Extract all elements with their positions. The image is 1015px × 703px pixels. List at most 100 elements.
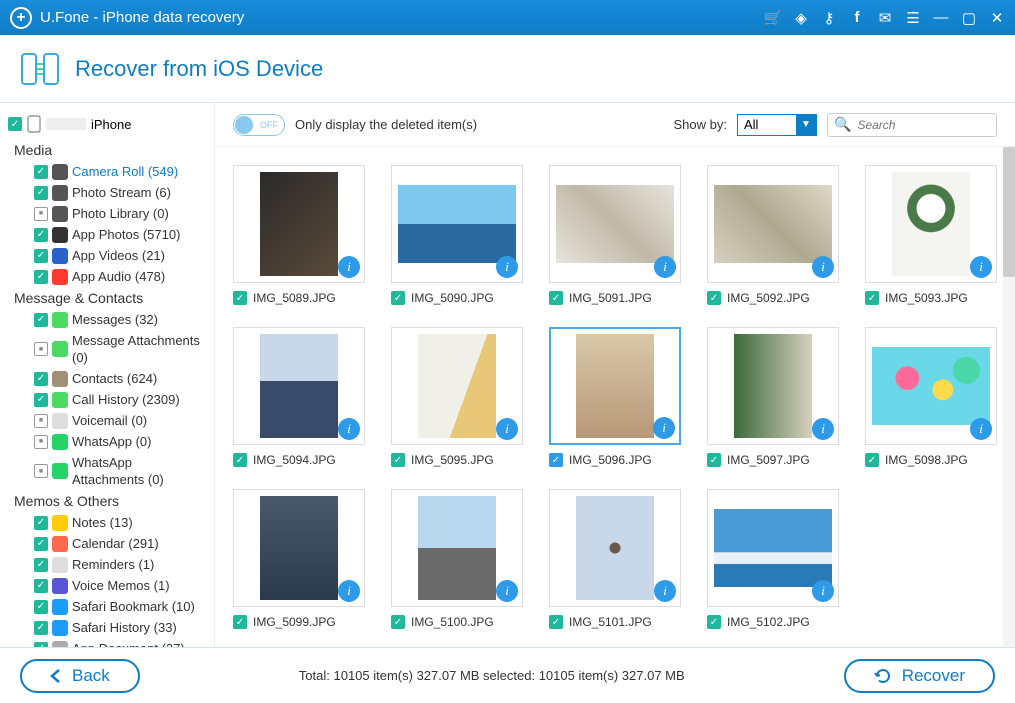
item-checkbox[interactable] — [34, 558, 48, 572]
thumbnail-item[interactable]: iIMG_5089.JPG — [233, 165, 365, 305]
thumbnail-image-box[interactable]: i — [865, 165, 997, 283]
thumbnail-item[interactable]: iIMG_5100.JPG — [391, 489, 523, 629]
thumbnail-image-box[interactable]: i — [233, 327, 365, 445]
recover-button[interactable]: Recover — [844, 659, 995, 693]
item-checkbox[interactable] — [34, 516, 48, 530]
thumbnail-checkbox[interactable] — [549, 291, 563, 305]
device-row[interactable]: iPhone — [8, 113, 206, 139]
thumbnail-checkbox[interactable] — [391, 453, 405, 467]
sidebar-item[interactable]: App Photos (5710) — [8, 224, 206, 245]
item-checkbox[interactable] — [34, 313, 48, 327]
thumbnail-image-box[interactable]: i — [549, 489, 681, 607]
info-icon[interactable]: i — [812, 418, 834, 440]
thumbnail-item[interactable]: iIMG_5096.JPG — [549, 327, 681, 467]
thumbnail-image-box[interactable]: i — [391, 489, 523, 607]
thumbnail-checkbox[interactable] — [233, 291, 247, 305]
thumbnail-checkbox[interactable] — [233, 615, 247, 629]
info-icon[interactable]: i — [338, 418, 360, 440]
sidebar-item[interactable]: Notes (13) — [8, 512, 206, 533]
thumbnail-checkbox[interactable] — [549, 453, 563, 467]
info-icon[interactable]: i — [496, 256, 518, 278]
back-button[interactable]: Back — [20, 659, 140, 693]
sidebar-item[interactable]: App Document (27) — [8, 638, 206, 647]
sidebar-item[interactable]: Voicemail (0) — [8, 410, 206, 431]
thumbnail-item[interactable]: iIMG_5098.JPG — [865, 327, 997, 467]
sidebar-item[interactable]: Photo Stream (6) — [8, 182, 206, 203]
thumbnail-checkbox[interactable] — [391, 291, 405, 305]
sidebar-item[interactable]: App Videos (21) — [8, 245, 206, 266]
sidebar-item[interactable]: Photo Library (0) — [8, 203, 206, 224]
cart-icon[interactable]: 🛒 — [765, 10, 781, 26]
info-icon[interactable]: i — [970, 418, 992, 440]
item-checkbox[interactable] — [34, 414, 48, 428]
info-icon[interactable]: i — [812, 256, 834, 278]
showby-select[interactable]: All ▼ — [737, 114, 817, 136]
feedback-icon[interactable]: ✉ — [877, 10, 893, 26]
item-checkbox[interactable] — [34, 186, 48, 200]
item-checkbox[interactable] — [34, 642, 48, 648]
item-checkbox[interactable] — [34, 600, 48, 614]
thumbnail-image-box[interactable]: i — [707, 327, 839, 445]
item-checkbox[interactable] — [34, 537, 48, 551]
item-checkbox[interactable] — [34, 464, 48, 478]
thumbnail-image-box[interactable]: i — [707, 489, 839, 607]
item-checkbox[interactable] — [34, 435, 48, 449]
facebook-icon[interactable]: f — [849, 10, 865, 26]
search-input[interactable] — [857, 118, 990, 132]
thumbnail-checkbox[interactable] — [865, 453, 879, 467]
thumbnail-image-box[interactable]: i — [391, 165, 523, 283]
item-checkbox[interactable] — [34, 393, 48, 407]
sidebar-item[interactable]: Calendar (291) — [8, 533, 206, 554]
sidebar-item[interactable]: Messages (32) — [8, 309, 206, 330]
info-icon[interactable]: i — [653, 417, 675, 439]
item-checkbox[interactable] — [34, 165, 48, 179]
thumbnail-image-box[interactable]: i — [391, 327, 523, 445]
thumbnail-item[interactable]: iIMG_5093.JPG — [865, 165, 997, 305]
device-checkbox[interactable] — [8, 117, 22, 131]
item-checkbox[interactable] — [34, 249, 48, 263]
sidebar-item[interactable]: Voice Memos (1) — [8, 575, 206, 596]
thumbnail-item[interactable]: iIMG_5102.JPG — [707, 489, 839, 629]
thumbnail-image-box[interactable]: i — [233, 165, 365, 283]
thumbnail-checkbox[interactable] — [707, 291, 721, 305]
info-icon[interactable]: i — [338, 580, 360, 602]
info-icon[interactable]: i — [654, 256, 676, 278]
item-checkbox[interactable] — [34, 621, 48, 635]
info-icon[interactable]: i — [812, 580, 834, 602]
info-icon[interactable]: i — [496, 418, 518, 440]
sidebar-item[interactable]: Camera Roll (549) — [8, 161, 206, 182]
thumbnail-item[interactable]: iIMG_5097.JPG — [707, 327, 839, 467]
close-icon[interactable]: ✕ — [989, 10, 1005, 26]
item-checkbox[interactable] — [34, 228, 48, 242]
maximize-icon[interactable]: ▢ — [961, 10, 977, 26]
sidebar-item[interactable]: Contacts (624) — [8, 368, 206, 389]
thumbnail-checkbox[interactable] — [391, 615, 405, 629]
thumbnail-image-box[interactable]: i — [233, 489, 365, 607]
scrollbar[interactable] — [1003, 147, 1015, 647]
key-icon[interactable]: ⚷ — [821, 10, 837, 26]
menu-icon[interactable]: ☰ — [905, 10, 921, 26]
gem-icon[interactable]: ◈ — [793, 10, 809, 26]
sidebar-item[interactable]: Message Attachments (0) — [8, 330, 206, 368]
deleted-only-toggle[interactable]: OFF — [233, 114, 285, 136]
thumbnail-image-box[interactable]: i — [865, 327, 997, 445]
thumbnail-checkbox[interactable] — [549, 615, 563, 629]
thumbnail-item[interactable]: iIMG_5091.JPG — [549, 165, 681, 305]
minimize-icon[interactable]: — — [933, 10, 949, 26]
thumbnail-image-box[interactable]: i — [707, 165, 839, 283]
thumbnail-image-box[interactable]: i — [549, 327, 681, 445]
sidebar-item[interactable]: App Audio (478) — [8, 266, 206, 287]
sidebar-item[interactable]: WhatsApp Attachments (0) — [8, 452, 206, 490]
sidebar-item[interactable]: WhatsApp (0) — [8, 431, 206, 452]
item-checkbox[interactable] — [34, 342, 48, 356]
thumbnail-item[interactable]: iIMG_5094.JPG — [233, 327, 365, 467]
thumbnail-item[interactable]: iIMG_5090.JPG — [391, 165, 523, 305]
sidebar-item[interactable]: Call History (2309) — [8, 389, 206, 410]
info-icon[interactable]: i — [970, 256, 992, 278]
search-box[interactable]: 🔍 — [827, 113, 997, 137]
thumbnail-checkbox[interactable] — [707, 453, 721, 467]
thumbnail-checkbox[interactable] — [233, 453, 247, 467]
sidebar-item[interactable]: Reminders (1) — [8, 554, 206, 575]
sidebar-item[interactable]: Safari History (33) — [8, 617, 206, 638]
info-icon[interactable]: i — [338, 256, 360, 278]
